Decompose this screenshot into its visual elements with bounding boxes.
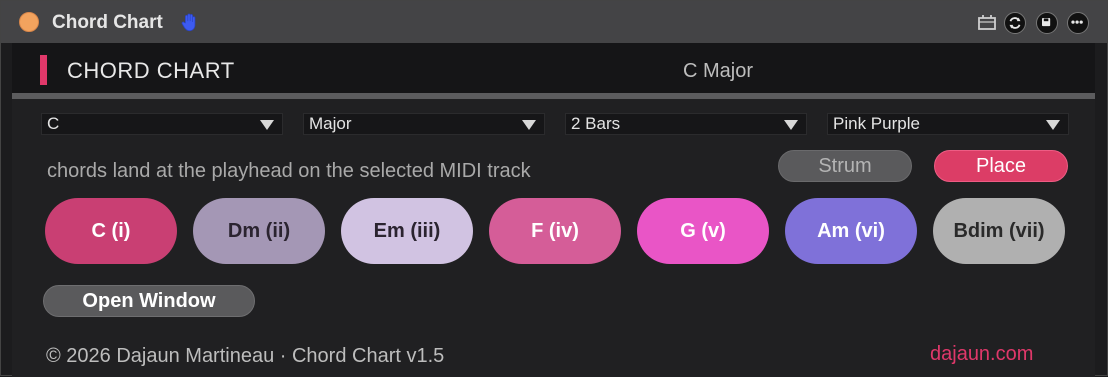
chevron-down-icon [784,120,798,130]
scale-value: Major [309,114,352,133]
header-divider [12,93,1095,99]
sync-icon[interactable] [1004,12,1026,34]
chord-button-f[interactable]: F (iv) [489,198,621,264]
status-dot[interactable] [19,12,39,32]
palette-value: Pink Purple [833,114,920,133]
more-icon[interactable] [1067,12,1089,34]
place-button[interactable]: Place [934,150,1068,182]
copyright-text: © 2026 Dajaun Martineau · Chord Chart v1… [46,345,445,367]
scale-select[interactable]: Major [303,113,545,135]
hand-icon[interactable] [179,11,201,33]
key-display: C Major [683,60,754,82]
length-select[interactable]: 2 Bars [565,113,807,135]
chord-button-bdim[interactable]: Bdim (vii) [933,198,1065,264]
title-bar[interactable]: Chord Chart [1,1,1107,43]
chord-button-dm[interactable]: Dm (ii) [193,198,325,264]
chevron-down-icon [1046,120,1060,130]
chord-button-c[interactable]: C (i) [45,198,177,264]
clip-icon[interactable] [976,12,998,34]
chevron-down-icon [260,120,274,130]
chevron-down-icon [522,120,536,130]
palette-select[interactable]: Pink Purple [827,113,1069,135]
chord-chart-panel: CHORD CHART C Major C Major 2 Bars Pink … [12,43,1095,377]
length-value: 2 Bars [571,114,621,133]
root-note-value: C [47,114,60,133]
open-window-button[interactable]: Open Window [43,285,255,317]
strum-button[interactable]: Strum [778,150,912,182]
root-note-select[interactable]: C [41,113,283,135]
panel-header: CHORD CHART C Major [12,43,1095,93]
window-title: Chord Chart [52,12,163,33]
chord-button-g[interactable]: G (v) [637,198,769,264]
panel-title: CHORD CHART [67,58,235,83]
chord-button-am[interactable]: Am (vi) [785,198,917,264]
hint-text: chords land at the playhead on the selec… [47,160,531,182]
plugin-window: Chord Chart CHORD CHART C Major C Major … [0,0,1108,377]
accent-bar [40,55,47,85]
save-icon[interactable] [1036,12,1058,34]
chord-button-em[interactable]: Em (iii) [341,198,473,264]
website-link[interactable]: dajaun.com [930,343,1033,366]
